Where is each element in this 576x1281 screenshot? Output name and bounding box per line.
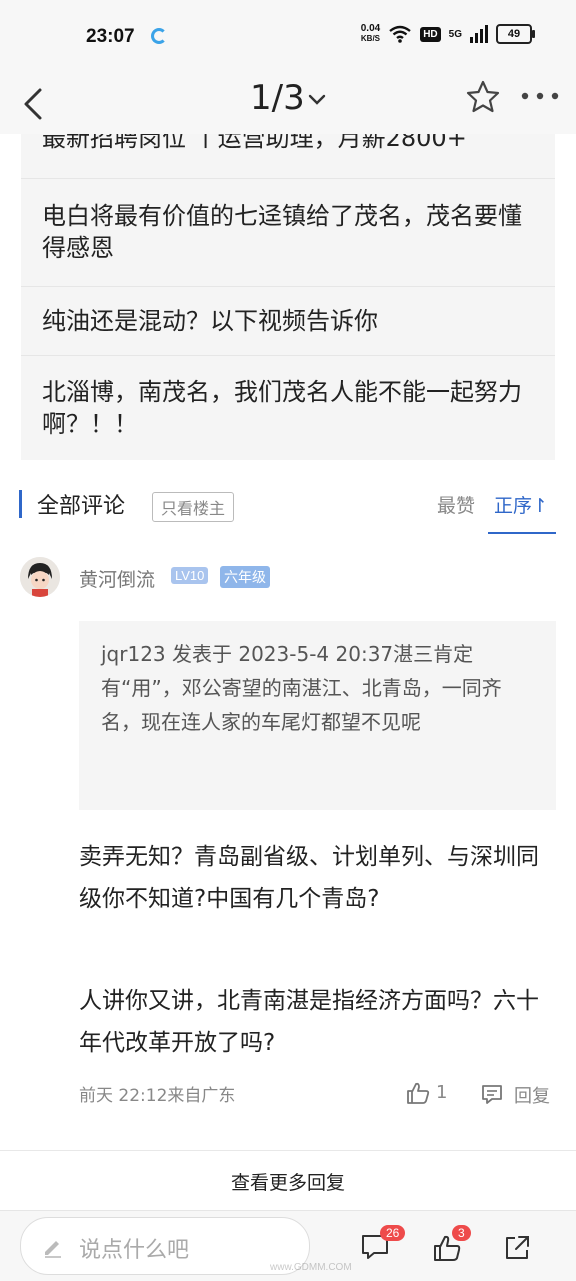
signal-icon [470,25,488,43]
grade-badge: 六年级 [220,566,270,588]
status-bar: 23:07 0.04 KB/S HD 5G 49 [0,0,576,72]
level-badge: LV10 [171,567,209,584]
reply-bubble-icon[interactable] [480,1082,504,1106]
net-speed-unit: KB/S [360,34,381,43]
back-arrow-icon[interactable] [18,82,54,126]
loading-icon [151,28,167,44]
view-more-replies-button[interactable]: 查看更多回复 [0,1168,576,1195]
battery-icon: 49 [496,24,535,44]
sort-most-liked-tab[interactable]: 最赞 [437,491,475,518]
owner-only-button[interactable]: 只看楼主 [152,492,235,522]
comment-body: 人讲你又讲，北青南湛是指经济方面吗？六十年代改革开放了吗? [79,988,539,1056]
chevron-down-icon[interactable] [305,88,329,112]
thumbs-up-icon[interactable] [405,1080,431,1106]
comment-timestamp: 前天 22:12来自广东 [79,1086,236,1106]
net-speed: 0.04 KB/S [361,24,380,44]
like-count: 1 [436,1082,448,1103]
comment-input[interactable]: 说点什么吧 [20,1217,310,1275]
favorite-star-icon[interactable] [464,78,502,116]
divider [0,1150,576,1151]
sort-chronological-tab[interactable]: 正序↾ [494,491,548,518]
status-time: 23:07 [86,26,135,47]
comments-header: 全部评论 只看楼主 最赞 正序↾ [0,480,576,540]
quoted-text: jqr123 发表于 2023-5-4 20:37湛三肯定有“用”，邓公寄望的南… [101,642,502,734]
watermark-text: www.GDMM.COM [270,1262,352,1273]
section-marker [19,490,22,518]
wifi-icon [389,25,411,43]
pencil-icon [45,1241,61,1258]
divider [21,286,555,287]
more-options-icon[interactable] [520,90,560,102]
share-icon[interactable] [502,1233,532,1263]
comment-count-badge: 26 [380,1225,406,1241]
comment-input-placeholder: 说点什么吧 [79,1238,190,1263]
recommended-post[interactable]: 最新招聘岗位 丨运营助理，月薪2800+ [42,134,522,154]
like-count-badge: 3 [452,1225,471,1241]
recommended-post[interactable]: 北淄博，南茂名，我们茂名人能不能一起努力啊？！！ [42,376,522,440]
divider [21,355,555,356]
comment-username[interactable]: 黄河倒流 [79,565,155,592]
avatar[interactable] [20,557,60,597]
all-comments-title: 全部评论 [37,494,126,519]
recommended-post[interactable]: 电白将最有价值的七迳镇给了茂名，茂名要懂得感恩 [42,200,522,264]
reply-button[interactable]: 回复 [514,1082,550,1108]
hd-badge: HD [420,26,441,42]
quoted-comment: jqr123 发表于 2023-5-4 20:37湛三肯定有“用”，邓公寄望的南… [79,621,556,810]
top-nav: 1/3 [0,72,576,134]
page-indicator[interactable]: 1/3 [250,78,305,118]
divider [21,178,555,179]
recommended-post[interactable]: 纯油还是混动？以下视频告诉你 [42,305,522,337]
status-icons: 0.04 KB/S HD 5G 49 [361,24,535,44]
avatar-illustration-icon [20,557,60,597]
recommended-posts: 最新招聘岗位 丨运营助理，月薪2800+ 电白将最有价值的七迳镇给了茂名，茂名要… [21,134,555,460]
net-speed-value: 0.04 [360,23,381,34]
active-tab-indicator [488,532,556,534]
network-type: 5G [448,28,462,40]
comment-body: 卖弄无知？青岛副省级、计划单列、与深圳同级你不知道?中国有几个青岛? [79,844,539,912]
